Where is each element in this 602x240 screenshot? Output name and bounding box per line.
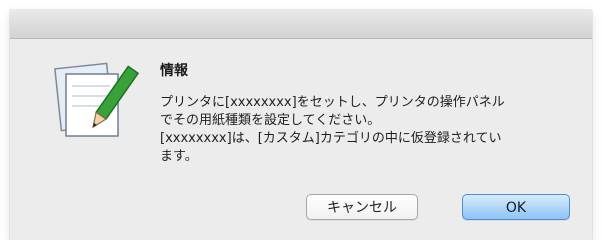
- cancel-button[interactable]: キャンセル: [306, 194, 418, 220]
- note-pencil-icon: [44, 56, 140, 152]
- info-dialog: 情報 プリンタに[xxxxxxxx]をセットし、プリンタの操作パネル でその用紙…: [10, 10, 592, 240]
- dialog-message-line-1: プリンタに[xxxxxxxx]をセットし、プリンタの操作パネル: [160, 95, 505, 110]
- dialog-titlebar: [10, 10, 592, 39]
- dialog-message-line-2: でその用紙種類を設定してください。: [160, 113, 381, 128]
- dialog-buttons: キャンセル OK: [10, 194, 592, 224]
- dialog-content: 情報 プリンタに[xxxxxxxx]をセットし、プリンタの操作パネル でその用紙…: [160, 62, 580, 166]
- note-pencil-icon-graphic: [54, 62, 140, 137]
- dialog-title: 情報: [160, 63, 188, 79]
- dialog-message-line-4: ます。: [160, 149, 198, 164]
- dialog-message-line-3: [xxxxxxxx]は、[カスタム]カテゴリの中に仮登録されてい: [160, 131, 502, 146]
- ok-button[interactable]: OK: [462, 194, 570, 220]
